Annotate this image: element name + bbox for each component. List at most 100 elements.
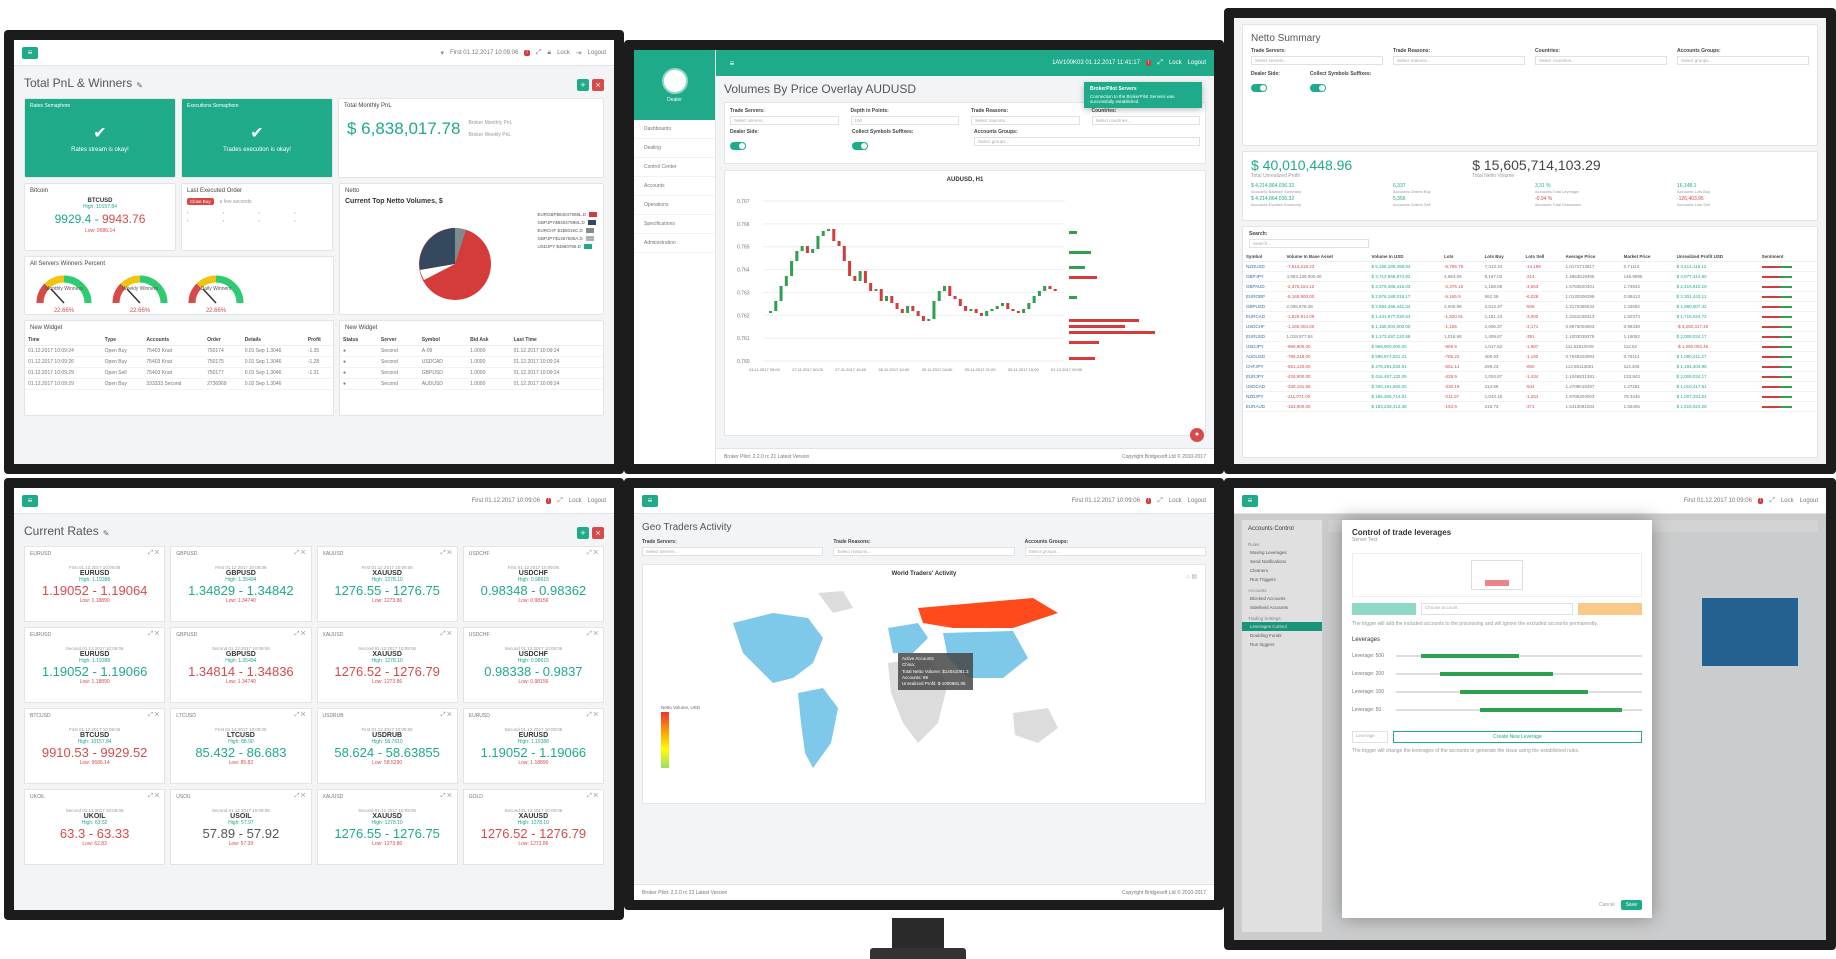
candle[interactable] (869, 283, 873, 291)
table-row[interactable]: ● Second AUDUSD 1.0000 01.12.2017 10:09:24 (340, 378, 603, 390)
sidebar-item[interactable]: Specifications (634, 215, 715, 234)
candle[interactable] (927, 319, 931, 321)
logout-link[interactable]: Logout (588, 498, 606, 504)
rate-card[interactable]: GBPUSD ⤢ ✕ Second 01.12.2017 10:09:06 GBPUS… (170, 627, 312, 703)
table-row[interactable]: EURCAD -1,820,914.09 $ 1,431,977,030.64 -1,… (1243, 311, 1817, 322)
candle[interactable] (1027, 303, 1031, 309)
leverage-input[interactable]: Leverage (1352, 731, 1388, 743)
filter-input[interactable]: Select reasons... (833, 547, 1015, 556)
candle[interactable] (832, 229, 836, 241)
candle[interactable] (948, 286, 952, 296)
candle[interactable] (821, 231, 825, 236)
leverage-range[interactable] (1479, 708, 1623, 712)
card-options-icon[interactable]: ⤢ ✕ (587, 631, 598, 638)
candle[interactable] (916, 311, 920, 316)
column-header[interactable]: Lots Sell (1522, 252, 1563, 262)
candle[interactable] (1043, 286, 1047, 291)
rate-card[interactable]: USDCHF ⤢ ✕ Second 01.12.2017 10:09:06 USDCH… (462, 627, 604, 703)
rate-card[interactable]: EURUSD ⤢ ✕ Second 01.12.2017 10:09:06 EURUS… (462, 708, 604, 784)
expand-icon[interactable]: ⤢ (536, 49, 542, 57)
candle[interactable] (879, 289, 883, 301)
leverage-track[interactable] (1396, 672, 1642, 676)
card-options-icon[interactable]: ⤢ ✕ (587, 550, 598, 557)
column-header[interactable]: Status (340, 335, 378, 346)
column-header[interactable]: Last Time (510, 335, 603, 346)
candle[interactable] (1048, 286, 1052, 289)
sidebar-item[interactable]: Operations (634, 196, 715, 215)
table-row[interactable]: USDCAD -330,191.55 $ 330,191,550.00 -330.19… (1243, 381, 1817, 392)
logout-link[interactable]: Logout (588, 50, 606, 56)
rate-card[interactable]: XAUUSD ⤢ ✕ First 01.12.2017 10:09:06 XAUUSD… (316, 546, 458, 622)
column-header[interactable]: Symbol (1243, 252, 1284, 262)
table-row[interactable]: 01.12.2017 10:09:29 Open Sell 75403 Knat 75… (25, 367, 333, 379)
volume-bar[interactable] (1069, 341, 1099, 344)
candle[interactable] (1032, 296, 1036, 303)
table-row[interactable]: USDJPY -969,900.00 $ 969,900,000.00 -969.9 1… (1243, 341, 1817, 352)
volume-bar[interactable] (1069, 296, 1077, 299)
legend-item[interactable]: EURCHF $1$5016C.D (537, 228, 597, 233)
toast-notification[interactable]: BrokerPilot Servers Connection to the Br… (1084, 82, 1202, 108)
card-options-icon[interactable]: ⤢ ✕ (294, 550, 305, 557)
table-row[interactable]: NZDJPY -211,071.00 $ 186,306,714.81 -211.07… (1243, 391, 1817, 402)
map-north-america[interactable] (733, 613, 823, 683)
map-russia[interactable] (918, 598, 1058, 628)
volume-bar[interactable] (1069, 231, 1077, 234)
rate-card[interactable]: GOLD ⤢ ✕ Second 01.12.2017 10:09:06 XAUUSD H… (462, 789, 604, 865)
remove-chip[interactable] (1485, 580, 1509, 586)
remove-widget-button[interactable]: × (592, 79, 604, 91)
menu-icon[interactable]: ≡ (1242, 494, 1258, 507)
expand-icon[interactable]: ⤢ (557, 497, 563, 505)
dealer-side-toggle[interactable] (730, 142, 746, 150)
legend-item[interactable]: GBPJPY$1487596A.D (537, 236, 597, 241)
pie-slice-gbpjpy[interactable] (419, 228, 455, 270)
column-header[interactable]: Accounts (143, 335, 205, 346)
leverage-track[interactable] (1396, 654, 1642, 658)
rate-card[interactable]: USDCHF ⤢ ✕ First 01.12.2017 10:09:06 USDCHF… (462, 546, 604, 622)
volume-bar[interactable] (1069, 276, 1097, 279)
candle[interactable] (932, 301, 936, 319)
column-header[interactable]: Time (25, 335, 102, 346)
notification-badge[interactable]: ! (1145, 497, 1152, 504)
column-header[interactable]: Volume In Base Asset (1283, 252, 1369, 262)
table-row[interactable]: ● Second USDCAD 1.0000 01.12.2017 10:09:24 (340, 356, 603, 368)
candle[interactable] (937, 291, 941, 301)
rate-card[interactable]: LTCUSD ⤢ ✕ First 01.12.2017 10:09:06 LTCUSD… (170, 708, 312, 784)
add-widget-button[interactable]: + (577, 527, 589, 539)
logout-link[interactable]: Logout (1188, 498, 1206, 504)
notification-badge[interactable]: ! (1757, 497, 1764, 504)
volume-bar[interactable] (1069, 319, 1139, 322)
filter-input[interactable]: Select groups... (1677, 56, 1809, 65)
menu-icon[interactable]: ≡ (22, 494, 38, 507)
candle[interactable] (816, 236, 820, 249)
lock-link[interactable]: Lock (1169, 498, 1182, 504)
rate-card[interactable]: GBPUSD ⤢ ✕ First 01.12.2017 10:09:06 GBPUSD… (170, 546, 312, 622)
column-header[interactable]: Symbol (418, 335, 468, 346)
column-header[interactable]: Market Price (1620, 252, 1674, 262)
map-australia[interactable] (1013, 708, 1058, 743)
volume-bar[interactable] (1069, 331, 1155, 334)
candle[interactable] (795, 251, 799, 261)
volume-bar[interactable] (1069, 357, 1095, 360)
legend-item[interactable]: GBPJPY$84047998L.D (537, 220, 597, 225)
card-options-icon[interactable]: ⤢ ✕ (148, 550, 159, 557)
table-row[interactable]: USDCHF -1,165,004.00 $ 1,165,004,000.00 -1,… (1243, 321, 1817, 332)
table-row[interactable]: NZDUSD -7,513,218.23 $ 5,158,289,398.84 -6,… (1243, 261, 1817, 272)
candle[interactable] (1022, 309, 1026, 313)
table-row[interactable]: EURJPY -428,900.00 $ 416,497,132.09 -428.9 1… (1243, 371, 1817, 382)
column-header[interactable]: Order (204, 335, 242, 346)
candle[interactable] (779, 286, 783, 301)
menu-icon[interactable]: ≡ (724, 57, 740, 69)
add-widget-button[interactable]: + (577, 79, 589, 91)
filter-input[interactable]: Select servers... (1251, 56, 1383, 65)
candle[interactable] (964, 306, 968, 311)
lock-link[interactable]: Lock (1169, 60, 1182, 66)
rate-card[interactable]: XAUUSD ⤢ ✕ Second 01.12.2017 10:09:06 XAUUS… (316, 789, 458, 865)
filter-input[interactable]: Select countries... (1535, 56, 1667, 65)
table-row[interactable]: GBPAUD -2,375,164.12 $ 3,379,386,416.03 -2,… (1243, 281, 1817, 292)
column-header[interactable]: Type (101, 335, 144, 346)
chat-bubble-icon[interactable]: ● (1190, 428, 1204, 442)
filter-input[interactable]: Select reasons... (971, 116, 1080, 125)
leverage-range[interactable] (1420, 654, 1519, 658)
rate-card[interactable]: UKOIL ⤢ ✕ Second 01.12.2017 10:09:06 UKOIL H… (24, 789, 166, 865)
edit-icon[interactable]: ✎ (103, 529, 110, 538)
